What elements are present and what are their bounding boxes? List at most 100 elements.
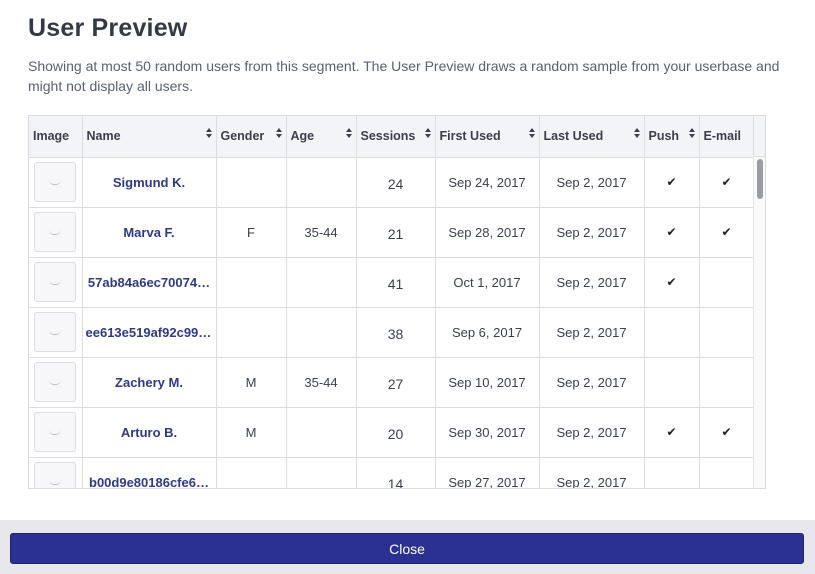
cell-age <box>286 307 357 358</box>
cell-age: 35-44 <box>286 357 357 408</box>
modal-description: Showing at most 50 random users from thi… <box>28 58 780 94</box>
table-row: Zachery M. M 35-44 27 Sep 10, 2017 Sep 2… <box>29 357 755 408</box>
column-header-sessions[interactable]: Sessions <box>356 116 436 158</box>
cell-first-used: Sep 6, 2017 <box>435 307 540 358</box>
cell-gender: M <box>216 357 287 408</box>
cell-age <box>286 157 357 208</box>
cell-first-used: Oct 1, 2017 <box>435 257 540 308</box>
cell-gender: M <box>216 407 287 458</box>
push-check-icon: ✔ <box>644 257 700 308</box>
sort-icon[interactable] <box>345 128 352 140</box>
user-name-link[interactable]: ee613e519af92c99e… <box>82 307 217 358</box>
cell-image <box>29 157 83 208</box>
column-header-age[interactable]: Age <box>286 116 357 158</box>
user-name-link[interactable]: b00d9e80186cfe6… <box>82 457 217 488</box>
sort-icon[interactable] <box>424 128 431 140</box>
column-header-email[interactable]: E-mail <box>699 116 755 158</box>
cell-gender <box>216 157 287 208</box>
cell-first-used: Sep 24, 2017 <box>435 157 540 208</box>
user-name-link[interactable]: Arturo B. <box>82 407 217 458</box>
push-check-icon <box>644 357 700 408</box>
cell-first-used: Sep 30, 2017 <box>435 407 540 458</box>
close-button[interactable]: Close <box>10 533 804 564</box>
table-row: 57ab84a6ec70074… 41 Oct 1, 2017 Sep 2, 2… <box>29 257 755 308</box>
cell-image <box>29 407 83 458</box>
avatar-placeholder-icon <box>34 412 77 452</box>
email-check-icon <box>699 307 755 358</box>
table-scrollbar[interactable] <box>753 157 765 488</box>
cell-age <box>286 457 357 488</box>
scrollbar-thumb[interactable] <box>757 159 763 199</box>
email-check-icon <box>699 457 755 488</box>
cell-image <box>29 257 83 308</box>
cell-gender <box>216 307 287 358</box>
table-row: ee613e519af92c99e… 38 Sep 6, 2017 Sep 2,… <box>29 307 755 358</box>
table-row: b00d9e80186cfe6… 14 Sep 27, 2017 Sep 2, … <box>29 457 755 488</box>
cell-image <box>29 307 83 358</box>
cell-gender <box>216 257 287 308</box>
email-check-icon <box>699 257 755 308</box>
cell-first-used: Sep 10, 2017 <box>435 357 540 408</box>
column-header-push[interactable]: Push <box>644 116 700 158</box>
cell-first-used: Sep 28, 2017 <box>435 207 540 258</box>
push-check-icon: ✔ <box>644 407 700 458</box>
cell-last-used: Sep 2, 2017 <box>539 257 645 308</box>
cell-age <box>286 257 357 308</box>
cell-gender <box>216 457 287 488</box>
cell-image <box>29 207 83 258</box>
user-name-link[interactable]: 57ab84a6ec70074… <box>82 257 217 308</box>
email-check-icon: ✔ <box>699 157 755 208</box>
push-check-icon <box>644 457 700 488</box>
cell-sessions: 27 <box>356 357 436 408</box>
cell-image <box>29 457 83 488</box>
user-name-link[interactable]: Zachery M. <box>82 357 217 408</box>
modal-footer: Close <box>0 520 815 574</box>
sort-icon[interactable] <box>528 128 535 140</box>
cell-gender: F <box>216 207 287 258</box>
cell-image <box>29 357 83 408</box>
scrollbar-header-cap <box>753 116 765 157</box>
cell-sessions: 38 <box>356 307 436 358</box>
email-check-icon <box>699 357 755 408</box>
sort-icon[interactable] <box>205 128 212 140</box>
table-row: Marva F. F 35-44 21 Sep 28, 2017 Sep 2, … <box>29 207 755 258</box>
cell-last-used: Sep 2, 2017 <box>539 157 645 208</box>
column-header-image: Image <box>29 116 83 158</box>
push-check-icon: ✔ <box>644 207 700 258</box>
avatar-placeholder-icon <box>34 312 77 352</box>
column-header-name[interactable]: Name <box>82 116 217 158</box>
user-preview-table: Image Name Gender Age Sessions First Use… <box>29 116 755 488</box>
avatar-placeholder-icon <box>34 362 77 402</box>
cell-last-used: Sep 2, 2017 <box>539 307 645 358</box>
push-check-icon: ✔ <box>644 157 700 208</box>
cell-last-used: Sep 2, 2017 <box>539 207 645 258</box>
cell-sessions: 14 <box>356 457 436 488</box>
sort-icon[interactable] <box>633 128 640 140</box>
cell-sessions: 41 <box>356 257 436 308</box>
column-header-last-used[interactable]: Last Used <box>539 116 645 158</box>
cell-sessions: 21 <box>356 207 436 258</box>
avatar-placeholder-icon <box>34 462 77 488</box>
cell-age <box>286 407 357 458</box>
column-header-gender[interactable]: Gender <box>216 116 287 158</box>
table-row: Sigmund K. 24 Sep 24, 2017 Sep 2, 2017 ✔… <box>29 157 755 208</box>
cell-last-used: Sep 2, 2017 <box>539 457 645 488</box>
avatar-placeholder-icon <box>34 262 77 302</box>
email-check-icon: ✔ <box>699 407 755 458</box>
user-name-link[interactable]: Marva F. <box>82 207 217 258</box>
cell-last-used: Sep 2, 2017 <box>539 357 645 408</box>
cell-sessions: 24 <box>356 157 436 208</box>
sort-icon[interactable] <box>275 128 282 140</box>
cell-age: 35-44 <box>286 207 357 258</box>
avatar-placeholder-icon <box>34 212 77 252</box>
email-check-icon: ✔ <box>699 207 755 258</box>
cell-first-used: Sep 27, 2017 <box>435 457 540 488</box>
table-header-row: Image Name Gender Age Sessions First Use… <box>29 116 755 158</box>
user-preview-table-container[interactable]: Image Name Gender Age Sessions First Use… <box>28 115 766 489</box>
user-name-link[interactable]: Sigmund K. <box>82 157 217 208</box>
table-row: Arturo B. M 20 Sep 30, 2017 Sep 2, 2017 … <box>29 407 755 458</box>
sort-icon[interactable] <box>688 128 695 140</box>
column-header-first-used[interactable]: First Used <box>435 116 540 158</box>
cell-sessions: 20 <box>356 407 436 458</box>
avatar-placeholder-icon <box>34 162 77 202</box>
